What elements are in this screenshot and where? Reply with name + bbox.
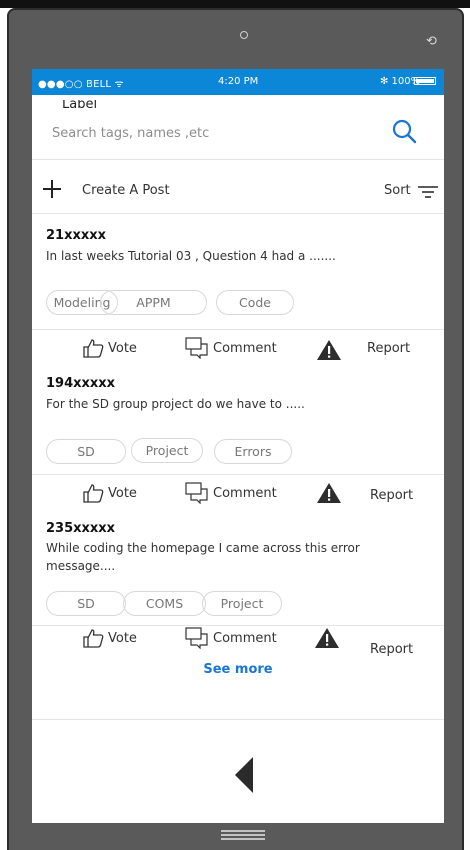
warning-icon[interactable]	[316, 339, 342, 361]
status-bar: ●●●○○ BELL ᯤ 4:20 PM ✻ 100%	[32, 69, 444, 95]
tag-chip[interactable]: Code	[216, 290, 294, 315]
post-actions: Vote Comment Report	[32, 474, 444, 516]
post-card[interactable]: 235xxxxx While coding the homepage I cam…	[32, 514, 444, 626]
sort-button[interactable]: Sort	[384, 183, 411, 198]
thumbs-up-icon[interactable]	[82, 628, 104, 648]
plus-icon[interactable]	[42, 179, 62, 199]
search-icon[interactable]	[390, 117, 418, 145]
tag-chip[interactable]: APPM	[100, 290, 207, 315]
report-button[interactable]: Report	[370, 488, 413, 503]
comment-icon[interactable]	[185, 337, 209, 359]
thumbs-up-icon[interactable]	[82, 338, 104, 358]
back-arrow-icon[interactable]	[233, 755, 255, 795]
comment-icon[interactable]	[185, 627, 209, 649]
device-top-edge	[0, 0, 470, 8]
tag-chip[interactable]: Project	[131, 438, 203, 463]
post-actions: Vote Comment Report	[32, 329, 444, 371]
create-post-button[interactable]: Create A Post	[82, 183, 170, 198]
post-author: 194xxxxx	[46, 376, 116, 391]
tag-chip[interactable]: Errors	[214, 439, 292, 464]
vote-button[interactable]: Vote	[108, 486, 137, 501]
report-button[interactable]: Report	[367, 341, 410, 356]
search-input[interactable]: Search tags, names ,etc	[52, 126, 209, 141]
filter-lines-icon[interactable]	[417, 184, 439, 200]
comment-button[interactable]: Comment	[213, 631, 277, 646]
post-card[interactable]: 21xxxxx In last weeks Tutorial 03 , Ques…	[32, 214, 444, 330]
home-menu-icon[interactable]	[221, 828, 265, 842]
post-body: For the SD group project do we have to .…	[46, 397, 305, 411]
see-more-link[interactable]: See more	[32, 662, 444, 677]
post-body: While coding the homepage I came across …	[46, 541, 360, 573]
post-body: In last weeks Tutorial 03 , Question 4 h…	[46, 249, 336, 263]
warning-icon[interactable]	[316, 482, 342, 504]
post-author: 21xxxxx	[46, 228, 107, 243]
search-area: Label Search tags, names ,etc	[32, 95, 444, 160]
rotate-icon[interactable]: ⟲	[426, 34, 437, 49]
camera-icon	[240, 31, 248, 39]
thumbs-up-icon[interactable]	[82, 483, 104, 503]
report-button[interactable]: Report	[370, 642, 413, 657]
comment-icon[interactable]	[185, 482, 209, 504]
vote-button[interactable]: Vote	[108, 631, 137, 646]
warning-icon[interactable]	[314, 627, 340, 649]
clock: 4:20 PM	[218, 76, 259, 87]
post-author: 235xxxxx	[46, 521, 116, 536]
battery-icon	[414, 77, 436, 85]
search-field-label: Label	[62, 100, 98, 110]
comment-button[interactable]: Comment	[213, 341, 277, 356]
tag-chip[interactable]: Project	[202, 591, 282, 616]
post-card[interactable]: 194xxxxx For the SD group project do we …	[32, 369, 444, 475]
tag-chip[interactable]: SD	[46, 591, 126, 616]
vote-button[interactable]: Vote	[108, 341, 137, 356]
carrier-signal: ●●●○○ BELL ᯤ	[38, 79, 124, 90]
tag-chip[interactable]: COMS	[123, 591, 206, 616]
post-actions: Vote Comment Report	[32, 625, 444, 666]
device: ⟲ ●●●○○ BELL ᯤ 4:20 PM ✻ 100% Label Sear…	[0, 0, 470, 850]
tag-chip[interactable]: SD	[46, 439, 126, 464]
comment-button[interactable]: Comment	[213, 486, 277, 501]
phone-screen: ●●●○○ BELL ᯤ 4:20 PM ✻ 100% Label Search…	[32, 69, 444, 720]
